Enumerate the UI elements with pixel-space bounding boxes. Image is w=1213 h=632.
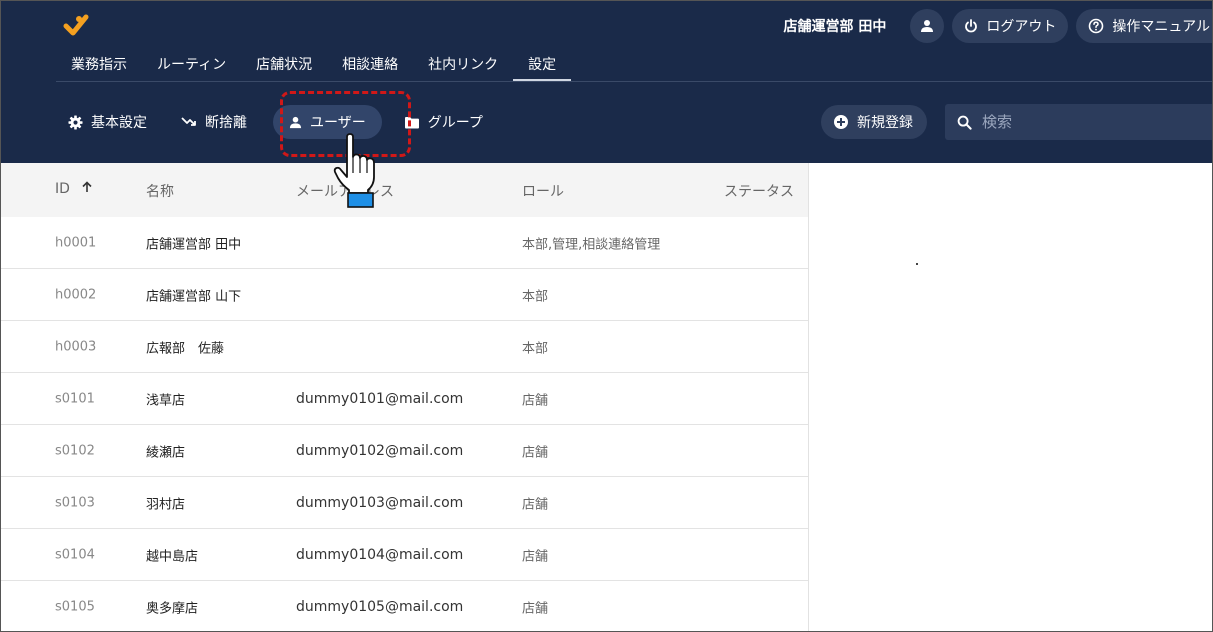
add-circle-icon — [834, 115, 848, 129]
cell-id: h0002 — [55, 287, 97, 302]
cell-role: 本部,管理,相談連絡管理 — [522, 237, 661, 252]
cell-id: s0102 — [55, 443, 95, 458]
column-header-role[interactable]: ロール — [522, 181, 564, 201]
nav-tab-settings[interactable]: 設定 — [513, 47, 572, 81]
cell-role: 本部 — [522, 341, 549, 356]
user-icon — [921, 20, 934, 32]
column-header-status[interactable]: ステータス — [724, 181, 794, 201]
cell-role: 店舗 — [522, 497, 549, 512]
main-nav: 業務指示 ルーティン 店舗状況 相談連絡 社内リンク 設定 — [56, 47, 572, 81]
column-header-id-label: ID — [55, 181, 70, 197]
cell-email: dummy0101@mail.com — [296, 390, 464, 407]
subnav-disposal-label: 断捨離 — [205, 115, 247, 131]
table-row[interactable]: s0104 越中島店 dummy0104@mail.com 店舗 — [1, 529, 808, 581]
nav-tab-consultation[interactable]: 相談連絡 — [327, 47, 413, 81]
column-header-name[interactable]: 名称 — [146, 181, 174, 201]
cell-role: 店舗 — [522, 549, 549, 564]
table-row[interactable]: s0101 浅草店 dummy0101@mail.com 店舗 — [1, 373, 808, 425]
cell-role: 店舗 — [522, 601, 549, 616]
subnav-basic-settings-label: 基本設定 — [91, 115, 147, 131]
table-row[interactable]: s0102 綾瀬店 dummy0102@mail.com 店舗 — [1, 425, 808, 477]
cell-role: 店舗 — [522, 445, 549, 460]
cell-role: 本部 — [522, 289, 549, 304]
cell-name: 浅草店 — [146, 393, 186, 408]
nav-tab-internal-links[interactable]: 社内リンク — [413, 47, 513, 81]
cell-name: 店舗運営部 山下 — [146, 289, 242, 304]
stray-dot — [916, 263, 918, 265]
cell-email: dummy0105@mail.com — [296, 598, 464, 615]
logo-check-icon[interactable] — [63, 13, 89, 39]
cell-email: dummy0104@mail.com — [296, 546, 464, 563]
user-table: ID 名称 メールアドレス ロール ステータス h0001 店舗運営部 田中 本… — [1, 163, 809, 631]
table-row[interactable]: h0003 広報部 佐藤 本部 — [1, 321, 808, 373]
new-registration-button[interactable]: 新規登録 — [821, 105, 927, 139]
nav-divider — [56, 81, 1212, 82]
current-user-name: 店舗運営部 田中 — [783, 19, 887, 35]
header: 店舗運営部 田中 ログアウト 操作マニュアル 業務指示 ルーティン 店舗状況 相… — [1, 1, 1212, 163]
help-icon — [1089, 18, 1104, 34]
cell-name: 広報部 佐藤 — [146, 341, 225, 356]
nav-tab-routine[interactable]: ルーティン — [142, 47, 241, 81]
account-button[interactable] — [910, 9, 945, 43]
table-row[interactable]: h0001 店舗運営部 田中 本部,管理,相談連絡管理 — [1, 217, 808, 269]
trending-down-icon — [181, 117, 196, 126]
table-header: ID 名称 メールアドレス ロール ステータス — [1, 163, 808, 217]
cell-id: s0104 — [55, 547, 95, 562]
cell-email: dummy0103@mail.com — [296, 494, 464, 511]
cell-name: 店舗運営部 田中 — [146, 237, 242, 252]
logout-button[interactable]: ログアウト — [952, 9, 1069, 43]
logout-label: ログアウト — [986, 19, 1057, 35]
sort-ascending-icon — [82, 181, 92, 192]
cell-name: 羽村店 — [146, 497, 186, 512]
subnav-groups-label: グループ — [427, 115, 483, 131]
subnav-disposal[interactable]: 断捨離 — [169, 105, 259, 139]
app-window: 店舗運営部 田中 ログアウト 操作マニュアル 業務指示 ルーティン 店舗状況 相… — [0, 0, 1213, 632]
new-registration-label: 新規登録 — [857, 115, 913, 131]
cell-id: s0101 — [55, 391, 95, 406]
header-actions: 店舗運営部 田中 ログアウト 操作マニュアル — [783, 9, 1212, 43]
cell-id: s0103 — [55, 495, 95, 510]
nav-tab-tasks[interactable]: 業務指示 — [56, 47, 142, 81]
nav-tab-store-status[interactable]: 店舗状況 — [241, 47, 327, 81]
column-header-id[interactable]: ID — [55, 181, 92, 197]
cell-id: h0001 — [55, 235, 97, 250]
cell-email: dummy0102@mail.com — [296, 442, 464, 459]
search-input[interactable] — [982, 113, 1182, 131]
cell-id: s0105 — [55, 599, 95, 614]
table-row[interactable]: h0002 店舗運営部 山下 本部 — [1, 269, 808, 321]
table-row[interactable]: s0105 奥多摩店 dummy0105@mail.com 店舗 — [1, 581, 808, 631]
cell-name: 綾瀬店 — [146, 445, 186, 460]
search-icon — [957, 115, 972, 130]
manual-label: 操作マニュアル — [1112, 19, 1210, 35]
manual-button[interactable]: 操作マニュアル — [1076, 9, 1212, 43]
cell-name: 奥多摩店 — [146, 601, 199, 616]
pointing-hand-cursor-icon — [333, 133, 375, 208]
cell-name: 越中島店 — [146, 549, 199, 564]
cell-role: 店舗 — [522, 393, 549, 408]
cell-id: h0003 — [55, 339, 97, 354]
subnav-basic-settings[interactable]: 基本設定 — [56, 105, 159, 139]
search-box[interactable] — [945, 104, 1212, 140]
power-icon — [965, 19, 978, 33]
table-row[interactable]: s0103 羽村店 dummy0103@mail.com 店舗 — [1, 477, 808, 529]
gear-icon — [68, 114, 83, 130]
